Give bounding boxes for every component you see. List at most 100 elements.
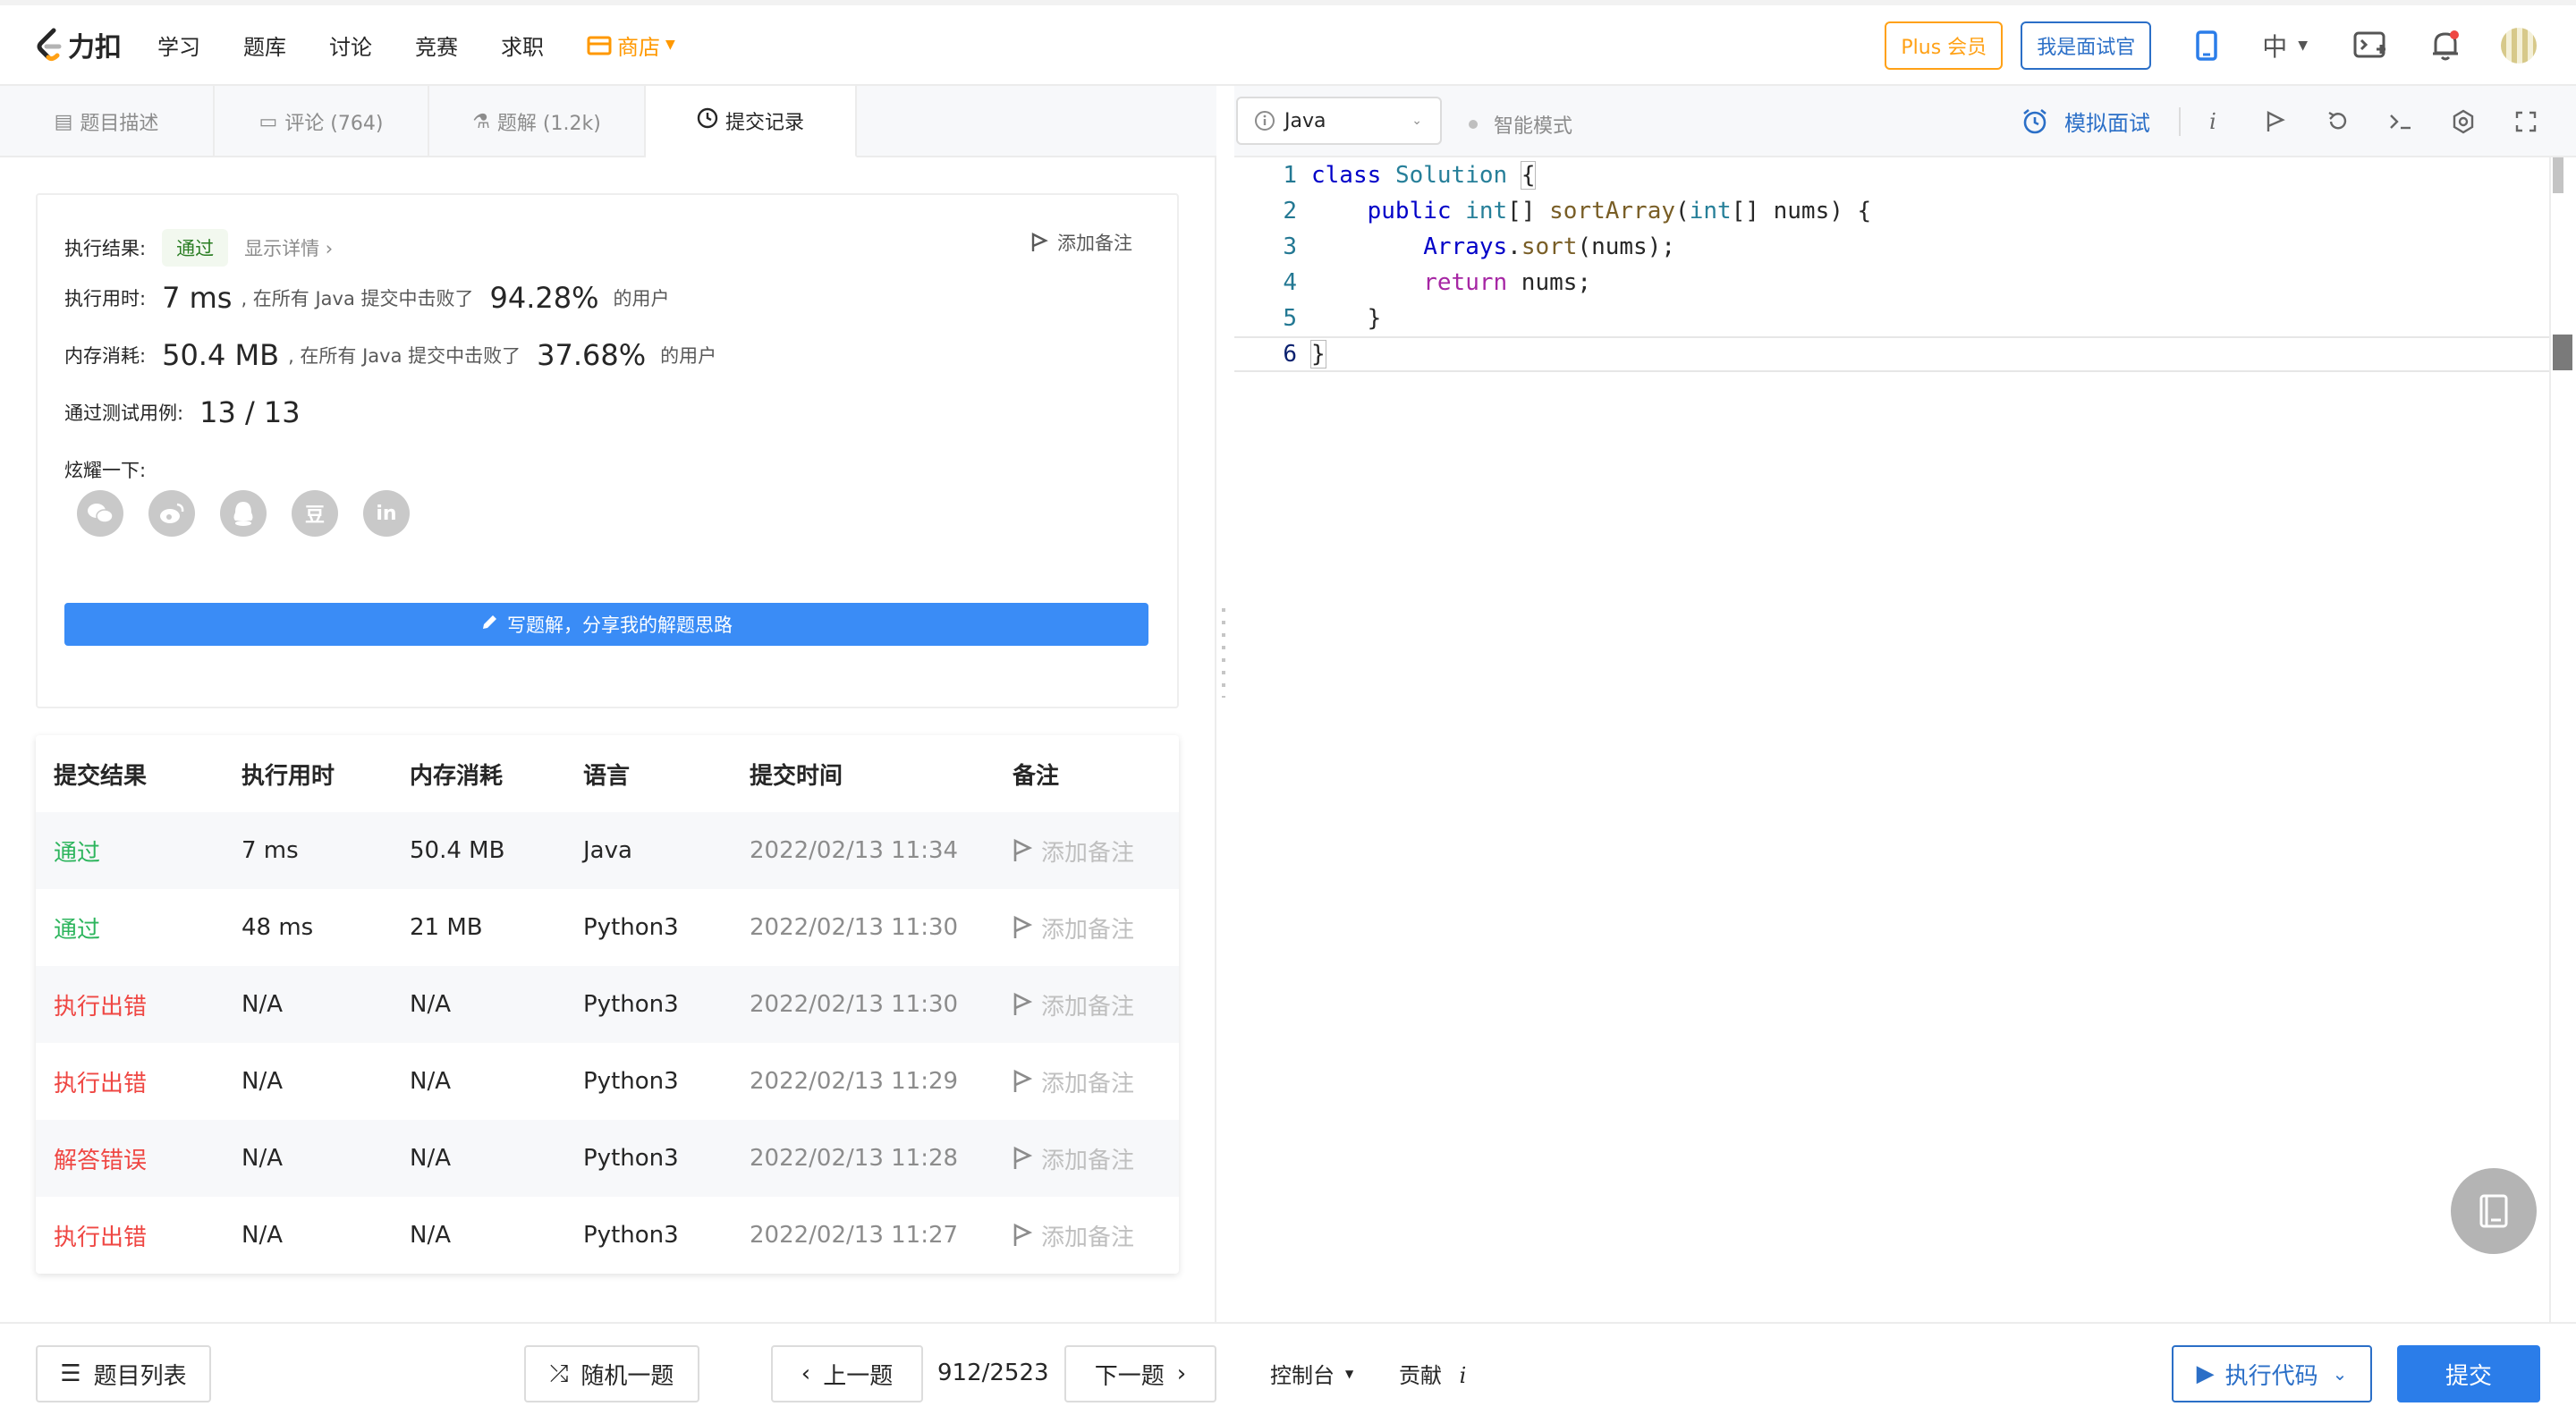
runtime-percent: 94.28%	[489, 281, 599, 315]
runtime-value: 7 ms	[162, 281, 233, 315]
playground-icon[interactable]	[2351, 26, 2390, 65]
table-header: 提交结果 执行用时 内存消耗 语言 提交时间 备注	[36, 735, 1179, 812]
row-status[interactable]: 执行出错	[54, 1219, 147, 1252]
table-row[interactable]: 执行出错 N/A N/A Python3 2022/02/13 11:29 添加…	[36, 1043, 1179, 1120]
row-add-note[interactable]: 添加备注	[1013, 835, 1134, 868]
next-problem-button[interactable]: 下一题 ›	[1064, 1345, 1216, 1402]
plus-member-button[interactable]: Plus 会员	[1885, 21, 2004, 70]
code-token: int	[1465, 198, 1508, 225]
settings-gear-icon[interactable]	[2445, 104, 2481, 140]
row-add-note[interactable]: 添加备注	[1013, 911, 1134, 945]
nav-link-learn[interactable]: 学习	[157, 30, 200, 61]
row-submit-time: 2022/02/13 11:27	[750, 1222, 959, 1249]
add-note-label: 添加备注	[1057, 233, 1132, 254]
panel-splitter[interactable]	[1215, 157, 1216, 1322]
problem-list-button[interactable]: ☰ 题目列表	[36, 1345, 211, 1402]
nav-link-jobs[interactable]: 求职	[501, 30, 544, 61]
console-toggle[interactable]: 控制台 ▼	[1270, 1358, 1353, 1389]
submit-button[interactable]: 提交	[2397, 1345, 2540, 1402]
share-label: 炫耀一下:	[64, 460, 147, 481]
problem-tabs: ▤ 题目描述 ▭ 评论 (764) ⚗ 题解 (1.2k) 提交记录	[0, 86, 1216, 157]
code-line[interactable]: 2 public int[] sortArray(int[] nums) {	[1234, 193, 2549, 229]
tab-solutions[interactable]: ⚗ 题解 (1.2k)	[429, 86, 646, 157]
language-select[interactable]: Java ⌄	[1236, 97, 1442, 145]
code-editor[interactable]: 1 class Solution { 2 public int[] sortAr…	[1234, 157, 2549, 1322]
nav-link-problems[interactable]: 题库	[243, 30, 286, 61]
memory-users-text: 的用户	[660, 345, 717, 367]
add-note-label: 添加备注	[1041, 1147, 1135, 1174]
mock-interview-button[interactable]: 模拟面试	[2021, 106, 2150, 137]
reset-icon[interactable]	[2320, 104, 2356, 140]
table-row[interactable]: 解答错误 N/A N/A Python3 2022/02/13 11:28 添加…	[36, 1120, 1179, 1197]
language-switch[interactable]: 中 ▼	[2262, 28, 2308, 64]
tab-label: 提交记录	[724, 112, 804, 134]
add-note-label: 添加备注	[1041, 1070, 1135, 1097]
drag-handle-icon[interactable]	[1222, 608, 1225, 698]
fullscreen-icon[interactable]	[2508, 104, 2544, 140]
memory-line: 内存消耗: 50.4 MB , 在所有 Java 提交中击败了 37.68% 的…	[64, 338, 716, 372]
notification-bell-icon[interactable]	[2426, 26, 2465, 65]
share-line: 炫耀一下:	[64, 456, 146, 483]
row-status[interactable]: 执行出错	[54, 988, 147, 1021]
clock-icon	[697, 107, 718, 134]
douban-icon[interactable]: 豆	[292, 490, 338, 537]
chevron-right-icon: ›	[325, 238, 334, 259]
code-line[interactable]: 3 Arrays.sort(nums);	[1234, 229, 2549, 265]
memory-percent: 37.68%	[537, 338, 647, 372]
table-row[interactable]: 执行出错 N/A N/A Python3 2022/02/13 11:30 添加…	[36, 966, 1179, 1043]
code-line[interactable]: 4 return nums;	[1234, 265, 2549, 301]
comment-icon: ▭	[258, 110, 278, 133]
qq-icon[interactable]	[220, 490, 267, 537]
random-problem-button[interactable]: ⤮ 随机一题	[524, 1345, 699, 1402]
code-token: (nums);	[1577, 233, 1676, 260]
write-solution-button[interactable]: 写题解，分享我的解题思路	[64, 603, 1148, 646]
row-add-note[interactable]: 添加备注	[1013, 1142, 1134, 1175]
flag-icon[interactable]	[2258, 104, 2293, 140]
show-details-link[interactable]: 显示详情 ›	[244, 234, 333, 261]
nav-link-contest[interactable]: 竞赛	[415, 30, 458, 61]
row-runtime: N/A	[242, 1068, 283, 1095]
leetcode-logo[interactable]: 力扣	[34, 25, 140, 64]
add-note-button[interactable]: 添加备注	[1030, 229, 1132, 256]
flag-icon	[1031, 233, 1048, 251]
tab-comments[interactable]: ▭ 评论 (764)	[215, 86, 429, 157]
runtime-users-text: 的用户	[613, 288, 670, 309]
table-row[interactable]: 执行出错 N/A N/A Python3 2022/02/13 11:27 添加…	[36, 1197, 1179, 1274]
row-status[interactable]: 通过	[54, 911, 100, 945]
toolbar-divider	[2179, 107, 2181, 136]
tab-submissions[interactable]: 提交记录	[646, 86, 857, 157]
nav-link-shop[interactable]: 商店 ▼	[587, 30, 675, 61]
row-memory: 21 MB	[410, 914, 483, 941]
tab-description[interactable]: ▤ 题目描述	[0, 86, 215, 157]
row-status[interactable]: 解答错误	[54, 1142, 147, 1175]
code-line[interactable]: 1 class Solution {	[1234, 157, 2549, 193]
row-add-note[interactable]: 添加备注	[1013, 1065, 1134, 1098]
chevron-down-icon: ▼	[2298, 38, 2308, 53]
row-add-note[interactable]: 添加备注	[1013, 1219, 1134, 1252]
row-submit-time: 2022/02/13 11:34	[750, 837, 959, 864]
code-line-current[interactable]: 6 }	[1234, 336, 2549, 372]
editor-scrollbar[interactable]	[2549, 157, 2576, 1322]
scrollbar-thumb[interactable]	[2553, 157, 2563, 193]
wechat-icon[interactable]	[77, 490, 123, 537]
row-status[interactable]: 通过	[54, 835, 100, 868]
contribute-button[interactable]: 贡献 i	[1399, 1358, 1466, 1389]
pencil-icon	[480, 614, 498, 636]
weibo-icon[interactable]	[148, 490, 195, 537]
user-avatar[interactable]	[2501, 28, 2537, 64]
table-row[interactable]: 通过 48 ms 21 MB Python3 2022/02/13 11:30 …	[36, 889, 1179, 966]
code-line[interactable]: 5 }	[1234, 301, 2549, 336]
nav-link-discuss[interactable]: 讨论	[329, 30, 372, 61]
interviewer-button[interactable]: 我是面试官	[2021, 21, 2152, 70]
run-code-button[interactable]: ▶ 执行代码 ⌄	[2172, 1345, 2372, 1402]
notebook-float-button[interactable]	[2451, 1168, 2537, 1254]
table-row[interactable]: 通过 7 ms 50.4 MB Java 2022/02/13 11:34 添加…	[36, 812, 1179, 889]
row-status[interactable]: 执行出错	[54, 1065, 147, 1098]
linkedin-icon[interactable]: in	[363, 490, 410, 537]
info-italic-icon[interactable]: i	[2195, 104, 2231, 140]
mobile-icon[interactable]	[2187, 26, 2226, 65]
row-add-note[interactable]: 添加备注	[1013, 988, 1134, 1021]
smart-mode-toggle[interactable]: 智能模式	[1469, 110, 1572, 139]
terminal-icon[interactable]	[2383, 104, 2419, 140]
prev-problem-button[interactable]: ‹ 上一题	[771, 1345, 923, 1402]
